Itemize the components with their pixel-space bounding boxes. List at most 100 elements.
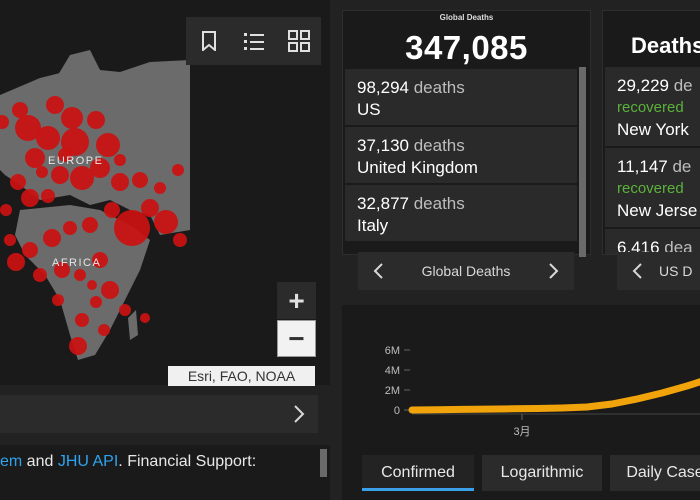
case-bubble[interactable] [12, 102, 28, 118]
case-bubble[interactable] [74, 269, 86, 281]
list-icon [243, 33, 264, 50]
case-bubble[interactable] [111, 173, 129, 191]
tab-confirmed[interactable]: Confirmed [362, 455, 474, 491]
case-bubble[interactable] [10, 174, 26, 190]
zoom-in-button[interactable]: + [277, 282, 316, 319]
credits-scrollbar[interactable] [320, 449, 327, 477]
case-bubble[interactable] [154, 210, 178, 234]
y-tick-label: 0 [394, 405, 400, 417]
cases-chart[interactable]: 6M 4M 2M 0 3月 [342, 305, 700, 455]
map-toolbar [186, 17, 321, 65]
case-bubble[interactable] [41, 189, 55, 203]
death-count: 11,147 [617, 157, 668, 176]
case-bubble[interactable] [141, 199, 159, 217]
chevron-left-icon[interactable] [372, 262, 384, 280]
chart-tab-bar: Confirmed Logarithmic Daily Case [342, 455, 700, 500]
case-bubble[interactable] [132, 172, 148, 188]
case-bubble[interactable] [114, 154, 126, 166]
us-deaths-title: Deaths, [631, 33, 700, 58]
map-attribution: Esri, FAO, NOAA [168, 366, 315, 386]
case-bubble[interactable] [101, 281, 119, 299]
map-label-europe: EUROPE [48, 155, 103, 167]
case-bubble[interactable] [46, 96, 64, 114]
chevron-right-icon[interactable] [548, 262, 560, 280]
y-tick-label: 2M [385, 385, 400, 397]
us-deaths-nav-label: US D [659, 263, 693, 279]
case-bubble[interactable] [98, 324, 110, 336]
case-bubble[interactable] [114, 210, 150, 246]
state-name: New York [617, 120, 689, 139]
case-bubble[interactable] [75, 313, 89, 327]
case-bubble[interactable] [33, 268, 47, 282]
y-tick-label: 6M [385, 345, 400, 357]
case-bubble[interactable] [61, 107, 83, 129]
map-footer-bar [0, 395, 318, 433]
case-bubble[interactable] [22, 242, 38, 258]
credits-link-jhu-api[interactable]: JHU API [58, 453, 118, 470]
list-item[interactable]: 11,147 de recovered New Jerse [605, 148, 700, 228]
global-deaths-panel: Global Deaths 347,085 98,294 deaths US 3… [342, 10, 591, 257]
case-bubble[interactable] [63, 221, 77, 235]
case-bubble[interactable] [51, 166, 69, 184]
landmass-madagascar [128, 310, 138, 340]
recovered-status: recovered [617, 180, 684, 197]
series-line-confirmed [408, 378, 700, 414]
global-deaths-nav: Global Deaths [358, 252, 574, 290]
death-unit: de [667, 157, 692, 176]
legend-button[interactable] [237, 24, 271, 58]
grid-icon [287, 30, 310, 52]
zoom-out-button[interactable]: − [277, 320, 316, 357]
credits-text: em and JHU API. Financial Support: [0, 453, 256, 471]
case-bubble[interactable] [0, 204, 12, 216]
case-bubble[interactable] [4, 234, 16, 246]
case-bubble[interactable] [21, 189, 39, 207]
basemap-button[interactable] [282, 24, 316, 58]
cases-chart-panel: 6M 4M 2M 0 3月 [342, 305, 700, 455]
case-bubble[interactable] [154, 182, 166, 194]
case-bubble[interactable] [36, 126, 60, 150]
case-bubble[interactable] [7, 253, 25, 271]
chevron-left-icon[interactable] [631, 262, 643, 280]
country-name: US [357, 100, 381, 119]
credits-rest: . Financial Support: [118, 453, 257, 470]
case-bubble[interactable] [87, 280, 97, 290]
case-bubble[interactable] [90, 296, 102, 308]
death-count: 29,229 [617, 76, 669, 95]
death-count: 98,294 [357, 78, 409, 97]
bookmark-button[interactable] [192, 24, 226, 58]
death-count: 37,130 [357, 136, 409, 155]
list-item[interactable]: 32,877 deaths Italy [345, 185, 577, 242]
list-item[interactable]: 37,130 deaths United Kingdom [345, 127, 577, 184]
death-count: 32,877 [357, 194, 409, 213]
tab-logarithmic[interactable]: Logarithmic [482, 455, 602, 491]
case-bubble[interactable] [96, 133, 120, 157]
case-bubble[interactable] [104, 202, 120, 218]
list-item[interactable]: 98,294 deaths US [345, 69, 577, 126]
case-bubble[interactable] [69, 337, 87, 355]
case-bubble[interactable] [36, 166, 48, 178]
landmass-eurasia [0, 60, 190, 235]
us-deaths-panel: Deaths, 29,229 de recovered New York 11,… [602, 10, 700, 255]
state-name: New Jerse [617, 201, 698, 220]
global-deaths-title: Global Deaths [439, 13, 494, 22]
list-item[interactable]: 29,229 de recovered New York [605, 67, 700, 147]
case-bubble[interactable] [119, 304, 131, 316]
case-bubble[interactable] [173, 233, 187, 247]
credits-link-1[interactable]: em [0, 453, 22, 470]
case-bubble[interactable] [43, 229, 61, 247]
case-bubble[interactable] [25, 148, 45, 168]
global-deaths-total: 347,085 [405, 29, 528, 66]
chevron-right-icon[interactable] [292, 404, 306, 424]
global-list-scrollbar[interactable] [579, 67, 586, 257]
global-deaths-nav-label: Global Deaths [421, 263, 511, 279]
country-name: Italy [357, 216, 389, 235]
map-label-africa: AFRICA [52, 257, 101, 269]
case-bubble[interactable] [140, 313, 150, 323]
case-bubble[interactable] [172, 164, 184, 176]
case-bubble[interactable] [82, 217, 98, 233]
recovered-status: recovered [617, 99, 684, 116]
map-panel[interactable]: EUROPE AFRICA + − Esri, FAO, NOAA [0, 0, 330, 386]
case-bubble[interactable] [52, 294, 64, 306]
case-bubble[interactable] [87, 111, 105, 129]
tab-daily-cases[interactable]: Daily Case [610, 455, 700, 491]
